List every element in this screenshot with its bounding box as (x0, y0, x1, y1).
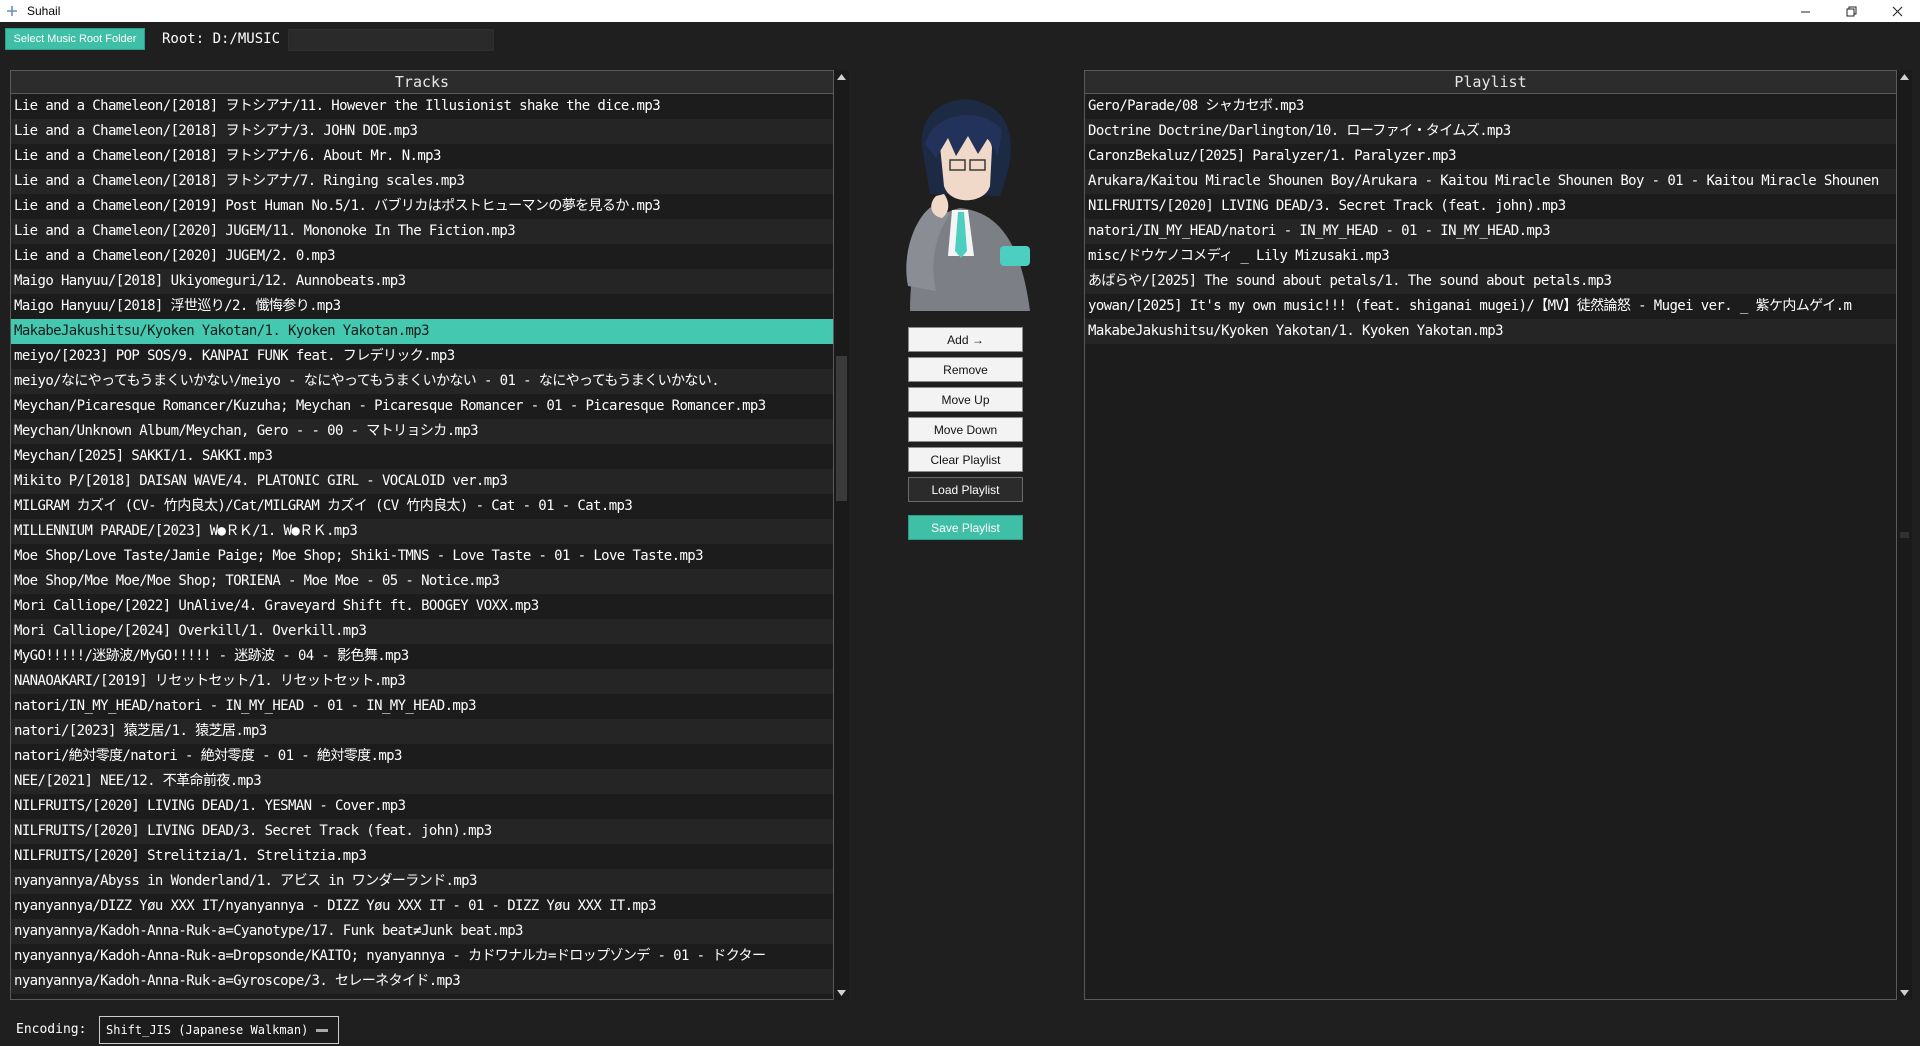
playlist-row[interactable]: natori/IN_MY_HEAD/natori - IN_MY_HEAD - … (1085, 219, 1896, 244)
encoding-select[interactable]: Shift_JIS (Japanese Walkman) (99, 1016, 339, 1044)
playlist-row[interactable]: MakabeJakushitsu/Kyoken Yakotan/1. Kyoke… (1085, 319, 1896, 344)
track-row[interactable]: nyanyannya/Kadoh-Anna-Ruk-a=Dropsonde/KA… (11, 944, 833, 969)
track-row[interactable]: nyanyannya/Abyss in Wonderland/1. アビス in… (11, 869, 833, 894)
root-path-field[interactable] (288, 29, 494, 51)
scroll-up-icon[interactable] (1897, 70, 1912, 84)
track-row[interactable]: Moe Shop/Moe Moe/Moe Shop; TORIENA - Moe… (11, 569, 833, 594)
playlist-row[interactable]: Arukara/Kaitou Miracle Shounen Boy/Aruka… (1085, 169, 1896, 194)
track-row[interactable]: Lie and a Chameleon/[2020] JUGEM/11. Mon… (11, 219, 833, 244)
track-row[interactable]: Maigo Hanyuu/[2018] 浮世巡り/2. 懺悔参り.mp3 (11, 294, 833, 319)
track-row[interactable]: natori/[2023] 猿芝居/1. 猿芝居.mp3 (11, 719, 833, 744)
avatar (870, 86, 1050, 311)
track-row[interactable]: MakabeJakushitsu/Kyoken Yakotan/1. Kyoke… (11, 319, 833, 344)
save-playlist-button[interactable]: Save Playlist (908, 515, 1023, 540)
playlist-scrollbar[interactable] (1897, 70, 1912, 1000)
track-row[interactable]: Lie and a Chameleon/[2018] ヲトシアナ/6. Abou… (11, 144, 833, 169)
scroll-down-icon[interactable] (1897, 986, 1912, 1000)
minimize-icon (1800, 2, 1811, 21)
encoding-value: Shift_JIS (Japanese Walkman) (106, 1023, 309, 1037)
remove-button[interactable]: Remove (908, 357, 1023, 382)
track-row[interactable]: meiyo/なにやってもうまくいかない/meiyo - なにやってもうまくいかな… (11, 369, 833, 394)
plus-icon (5, 4, 19, 18)
tracks-header: Tracks (11, 71, 833, 94)
playlist-list[interactable]: Playlist Gero/Parade/08 シャカセボ.mp3 Doctrin… (1084, 70, 1897, 1000)
tracks-scroll-thumb[interactable] (836, 356, 847, 501)
track-row[interactable]: NILFRUITS/[2020] LIVING DEAD/1. YESMAN -… (11, 794, 833, 819)
playlist-row[interactable]: Gero/Parade/08 シャカセボ.mp3 (1085, 94, 1896, 119)
track-row[interactable]: Meychan/[2025] SAKKI/1. SAKKI.mp3 (11, 444, 833, 469)
restore-icon (1846, 2, 1857, 21)
track-row[interactable]: Mori Calliope/[2022] UnAlive/4. Graveyar… (11, 594, 833, 619)
top-toolbar: Select Music Root Folder Root: D:/MUSIC (0, 22, 1920, 58)
tracks-scrollbar[interactable] (834, 70, 849, 1000)
restore-button[interactable] (1828, 0, 1874, 22)
track-row[interactable]: MILGRAM カズイ (CV- 竹内良太)/Cat/MILGRAM カズイ (… (11, 494, 833, 519)
scroll-grip-icon (1897, 528, 1912, 542)
track-row[interactable]: MyGO!!!!!/迷跡波/MyGO!!!!! - 迷跡波 - 04 - 影色舞… (11, 644, 833, 669)
track-row[interactable]: NEE/[2021] NEE/12. 不革命前夜.mp3 (11, 769, 833, 794)
track-row[interactable]: meiyo/[2023] POP SOS/9. KANPAI FUNK feat… (11, 344, 833, 369)
move-up-button[interactable]: Move Up (908, 387, 1023, 412)
title-bar: Suhail (0, 0, 1920, 22)
scroll-down-icon[interactable] (834, 986, 849, 1000)
playlist-row[interactable]: NILFRUITS/[2020] LIVING DEAD/3. Secret T… (1085, 194, 1896, 219)
encoding-label: Encoding: (16, 1022, 87, 1037)
close-button[interactable] (1874, 0, 1920, 22)
track-row[interactable]: Mori Calliope/[2024] Overkill/1. Overkil… (11, 619, 833, 644)
track-row[interactable]: Lie and a Chameleon/[2019] Post Human No… (11, 194, 833, 219)
minimize-button[interactable] (1782, 0, 1828, 22)
move-down-button[interactable]: Move Down (908, 417, 1023, 442)
track-row[interactable]: Lie and a Chameleon/[2018] ヲトシアナ/11. How… (11, 94, 833, 119)
track-row[interactable]: NANAOAKARI/[2019] リセットセット/1. リセットセット.mp3 (11, 669, 833, 694)
track-row[interactable]: NILFRUITS/[2020] Strelitzia/1. Strelitzi… (11, 844, 833, 869)
clear-playlist-button[interactable]: Clear Playlist (908, 447, 1023, 472)
track-row[interactable]: natori/IN_MY_HEAD/natori - IN_MY_HEAD - … (11, 694, 833, 719)
playlist-rows: Gero/Parade/08 シャカセボ.mp3 Doctrine Doctrin… (1085, 94, 1896, 344)
root-path-label: Root: D:/MUSIC (162, 31, 281, 47)
track-row[interactable]: Lie and a Chameleon/[2018] ヲトシアナ/3. JOHN… (11, 119, 833, 144)
track-row[interactable]: MILLENNIUM PARADE/[2023] W●ＲＫ/1. W●ＲＫ.mp… (11, 519, 833, 544)
track-row[interactable]: Lie and a Chameleon/[2018] ヲトシアナ/7. Ring… (11, 169, 833, 194)
window-title: Suhail (27, 4, 61, 18)
playlist-row[interactable]: yowan/[2025] It's my own music!!! (feat.… (1085, 294, 1896, 319)
track-row[interactable]: Meychan/Unknown Album/Meychan, Gero - - … (11, 419, 833, 444)
track-row[interactable]: Lie and a Chameleon/[2020] JUGEM/2. 0.mp… (11, 244, 833, 269)
select-music-root-button[interactable]: Select Music Root Folder (5, 28, 145, 50)
track-row[interactable]: nyanyannya/Kadoh-Anna-Ruk-a=Gyroscope/3.… (11, 969, 833, 994)
load-playlist-button[interactable]: Load Playlist (908, 477, 1023, 502)
track-row[interactable]: nyanyannya/Kadoh-Anna-Ruk-a=Cyanotype/17… (11, 919, 833, 944)
playlist-row[interactable]: misc/ドウケノコメディ _ Lily Mizusaki.mp3 (1085, 244, 1896, 269)
track-row[interactable]: Moe Shop/Love Taste/Jamie Paige; Moe Sho… (11, 544, 833, 569)
playlist-row[interactable]: あばらや/[2025] The sound about petals/1. Th… (1085, 269, 1896, 294)
track-row[interactable]: Mikito P/[2018] DAISAN WAVE/4. PLATONIC … (11, 469, 833, 494)
scroll-up-icon[interactable] (834, 70, 849, 84)
track-row[interactable]: Maigo Hanyuu/[2018] Ukiyomeguri/12. Aunn… (11, 269, 833, 294)
playlist-header: Playlist (1085, 71, 1896, 94)
tracks-rows: Lie and a Chameleon/[2018] ヲトシアナ/11. How… (11, 94, 833, 994)
track-row[interactable]: natori/絶対零度/natori - 絶対零度 - 01 - 絶対零度.mp… (11, 744, 833, 769)
playlist-row[interactable]: CaronzBekaluz/[2025] Paralyzer/1. Paraly… (1085, 144, 1896, 169)
dropdown-icon (316, 1029, 328, 1032)
track-row[interactable]: nyanyannya/DIZZ Yøu XXX IT/nyanyannya - … (11, 894, 833, 919)
tracks-list[interactable]: Tracks Lie and a Chameleon/[2018] ヲトシアナ/… (10, 70, 834, 1000)
playlist-row[interactable]: Doctrine Doctrine/Darlington/10. ローファイ・タ… (1085, 119, 1896, 144)
track-row[interactable]: NILFRUITS/[2020] LIVING DEAD/3. Secret T… (11, 819, 833, 844)
close-icon (1892, 2, 1903, 21)
track-row[interactable]: Meychan/Picaresque Romancer/Kuzuha; Meyc… (11, 394, 833, 419)
add-button[interactable]: Add → (908, 327, 1023, 352)
